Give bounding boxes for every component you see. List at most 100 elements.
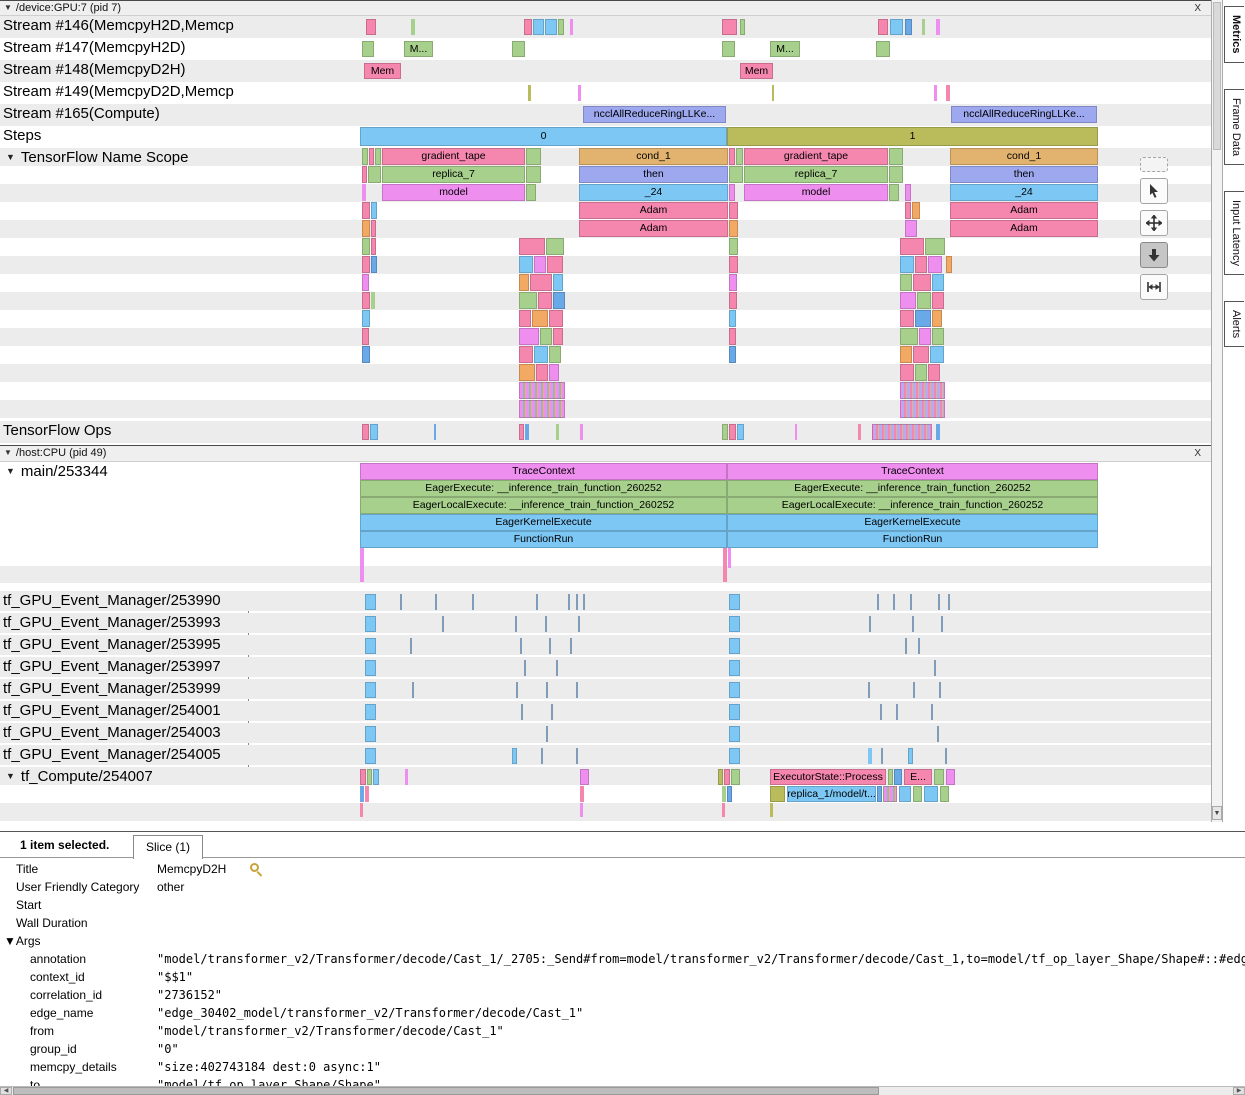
trace-event[interactable] (553, 328, 563, 345)
trace-event[interactable]: M... (404, 41, 433, 57)
trace-event[interactable]: gradient_tape (382, 148, 525, 165)
trace-event[interactable] (722, 41, 735, 57)
trace-event[interactable] (362, 346, 370, 363)
trace-event[interactable] (556, 424, 559, 440)
trace-event[interactable]: EagerKernelExecute (360, 514, 727, 531)
trace-event[interactable] (525, 424, 529, 440)
trace-event[interactable] (936, 19, 940, 35)
close-button[interactable]: X (1194, 447, 1201, 461)
trace-event[interactable] (371, 202, 377, 219)
trace-event[interactable] (729, 238, 738, 255)
trace-event[interactable] (890, 19, 903, 35)
trace-event[interactable] (519, 310, 531, 327)
trace-event[interactable] (924, 786, 938, 802)
trace-event[interactable]: cond_1 (950, 148, 1098, 165)
trace-event[interactable] (580, 769, 589, 785)
track-label-main-253344[interactable]: ▼main/253344 (0, 463, 248, 480)
trace-event[interactable] (540, 328, 552, 345)
trace-event[interactable] (770, 803, 773, 817)
collapse-icon[interactable]: ▼ (6, 771, 15, 781)
trace-event[interactable] (512, 748, 517, 764)
trace-event[interactable] (576, 748, 578, 764)
trace-event[interactable] (365, 594, 376, 610)
trace-event[interactable] (905, 19, 912, 35)
trace-event[interactable]: Mem (364, 63, 401, 79)
trace-event[interactable]: Adam (579, 202, 728, 219)
trace-event[interactable] (729, 310, 736, 327)
trace-event[interactable] (516, 682, 518, 698)
trace-event[interactable]: cond_1 (579, 148, 728, 165)
trace-event[interactable]: M... (770, 41, 800, 57)
trace-event[interactable] (889, 148, 903, 165)
trace-event[interactable] (869, 616, 871, 632)
trace-event[interactable] (570, 638, 572, 654)
trace-event[interactable] (528, 85, 531, 101)
trace-event[interactable] (519, 292, 537, 309)
trace-event[interactable] (770, 786, 785, 802)
trace-event[interactable] (931, 704, 933, 720)
trace-event[interactable] (900, 328, 918, 345)
trace-event[interactable] (900, 310, 914, 327)
trace-event[interactable]: 1 (727, 127, 1098, 146)
trace-event[interactable] (362, 274, 369, 291)
trace-event[interactable] (940, 786, 949, 802)
trace-event[interactable] (722, 19, 737, 35)
trace-event[interactable] (938, 594, 940, 610)
trace-event[interactable] (519, 238, 545, 255)
trace-event[interactable] (932, 292, 944, 309)
track-label-evm-253993[interactable]: tf_GPU_Event_Manager/253993 (0, 614, 248, 631)
track-label-evm-253990[interactable]: tf_GPU_Event_Manager/253990 (0, 592, 248, 609)
trace-event[interactable] (729, 166, 743, 183)
trace-event[interactable] (519, 364, 535, 381)
trace-event[interactable] (883, 786, 897, 802)
palette-grip-icon[interactable] (1140, 157, 1168, 172)
trace-event[interactable] (795, 424, 797, 440)
trace-event[interactable] (722, 803, 725, 817)
track-label-stream-165[interactable]: Stream #165(Compute) (0, 105, 248, 122)
trace-event[interactable] (556, 660, 558, 676)
trace-event[interactable]: Adam (579, 220, 728, 237)
trace-event[interactable] (365, 660, 376, 676)
trace-event[interactable] (362, 202, 370, 219)
track-label-evm-254001[interactable]: tf_GPU_Event_Manager/254001 (0, 702, 248, 719)
trace-event[interactable] (524, 19, 532, 35)
trace-event[interactable] (740, 19, 745, 35)
trace-event[interactable] (729, 660, 740, 676)
scroll-down-button[interactable]: ▼ (1212, 806, 1222, 820)
close-button[interactable]: X (1194, 2, 1201, 16)
trace-event[interactable] (868, 748, 872, 764)
trace-event[interactable] (948, 594, 950, 610)
trace-event[interactable] (519, 274, 529, 291)
trace-event[interactable] (519, 256, 533, 273)
trace-event[interactable]: _24 (950, 184, 1098, 201)
trace-event[interactable] (373, 769, 379, 785)
trace-event[interactable] (877, 786, 882, 802)
trace-event[interactable]: replica_7 (744, 166, 888, 183)
trace-event[interactable] (375, 148, 381, 165)
trace-event[interactable] (519, 424, 524, 440)
trace-event[interactable] (576, 594, 578, 610)
trace-event[interactable] (411, 19, 415, 35)
trace-event[interactable]: ncclAllReduceRingLLKe... (951, 106, 1097, 123)
trace-event[interactable]: model (744, 184, 888, 201)
trace-event[interactable]: ExecutorState::Process (770, 769, 886, 785)
trace-event[interactable] (558, 19, 564, 35)
trace-event[interactable] (946, 769, 955, 785)
trace-event[interactable] (868, 682, 870, 698)
trace-event[interactable] (530, 274, 552, 291)
trace-event[interactable] (872, 424, 932, 440)
trace-event[interactable] (905, 184, 911, 201)
trace-event[interactable] (729, 748, 740, 764)
trace-event[interactable] (918, 638, 920, 654)
trace-event[interactable] (900, 382, 945, 399)
magnifier-icon[interactable] (250, 863, 259, 872)
trace-event[interactable] (549, 346, 561, 363)
trace-event[interactable] (526, 148, 541, 165)
trace-event[interactable] (894, 769, 902, 785)
trace-event[interactable] (546, 238, 564, 255)
trace-event[interactable] (946, 256, 952, 273)
trace-event[interactable] (913, 786, 922, 802)
trace-event[interactable]: then (950, 166, 1098, 183)
trace-event[interactable] (729, 704, 740, 720)
trace-event[interactable]: gradient_tape (744, 148, 888, 165)
